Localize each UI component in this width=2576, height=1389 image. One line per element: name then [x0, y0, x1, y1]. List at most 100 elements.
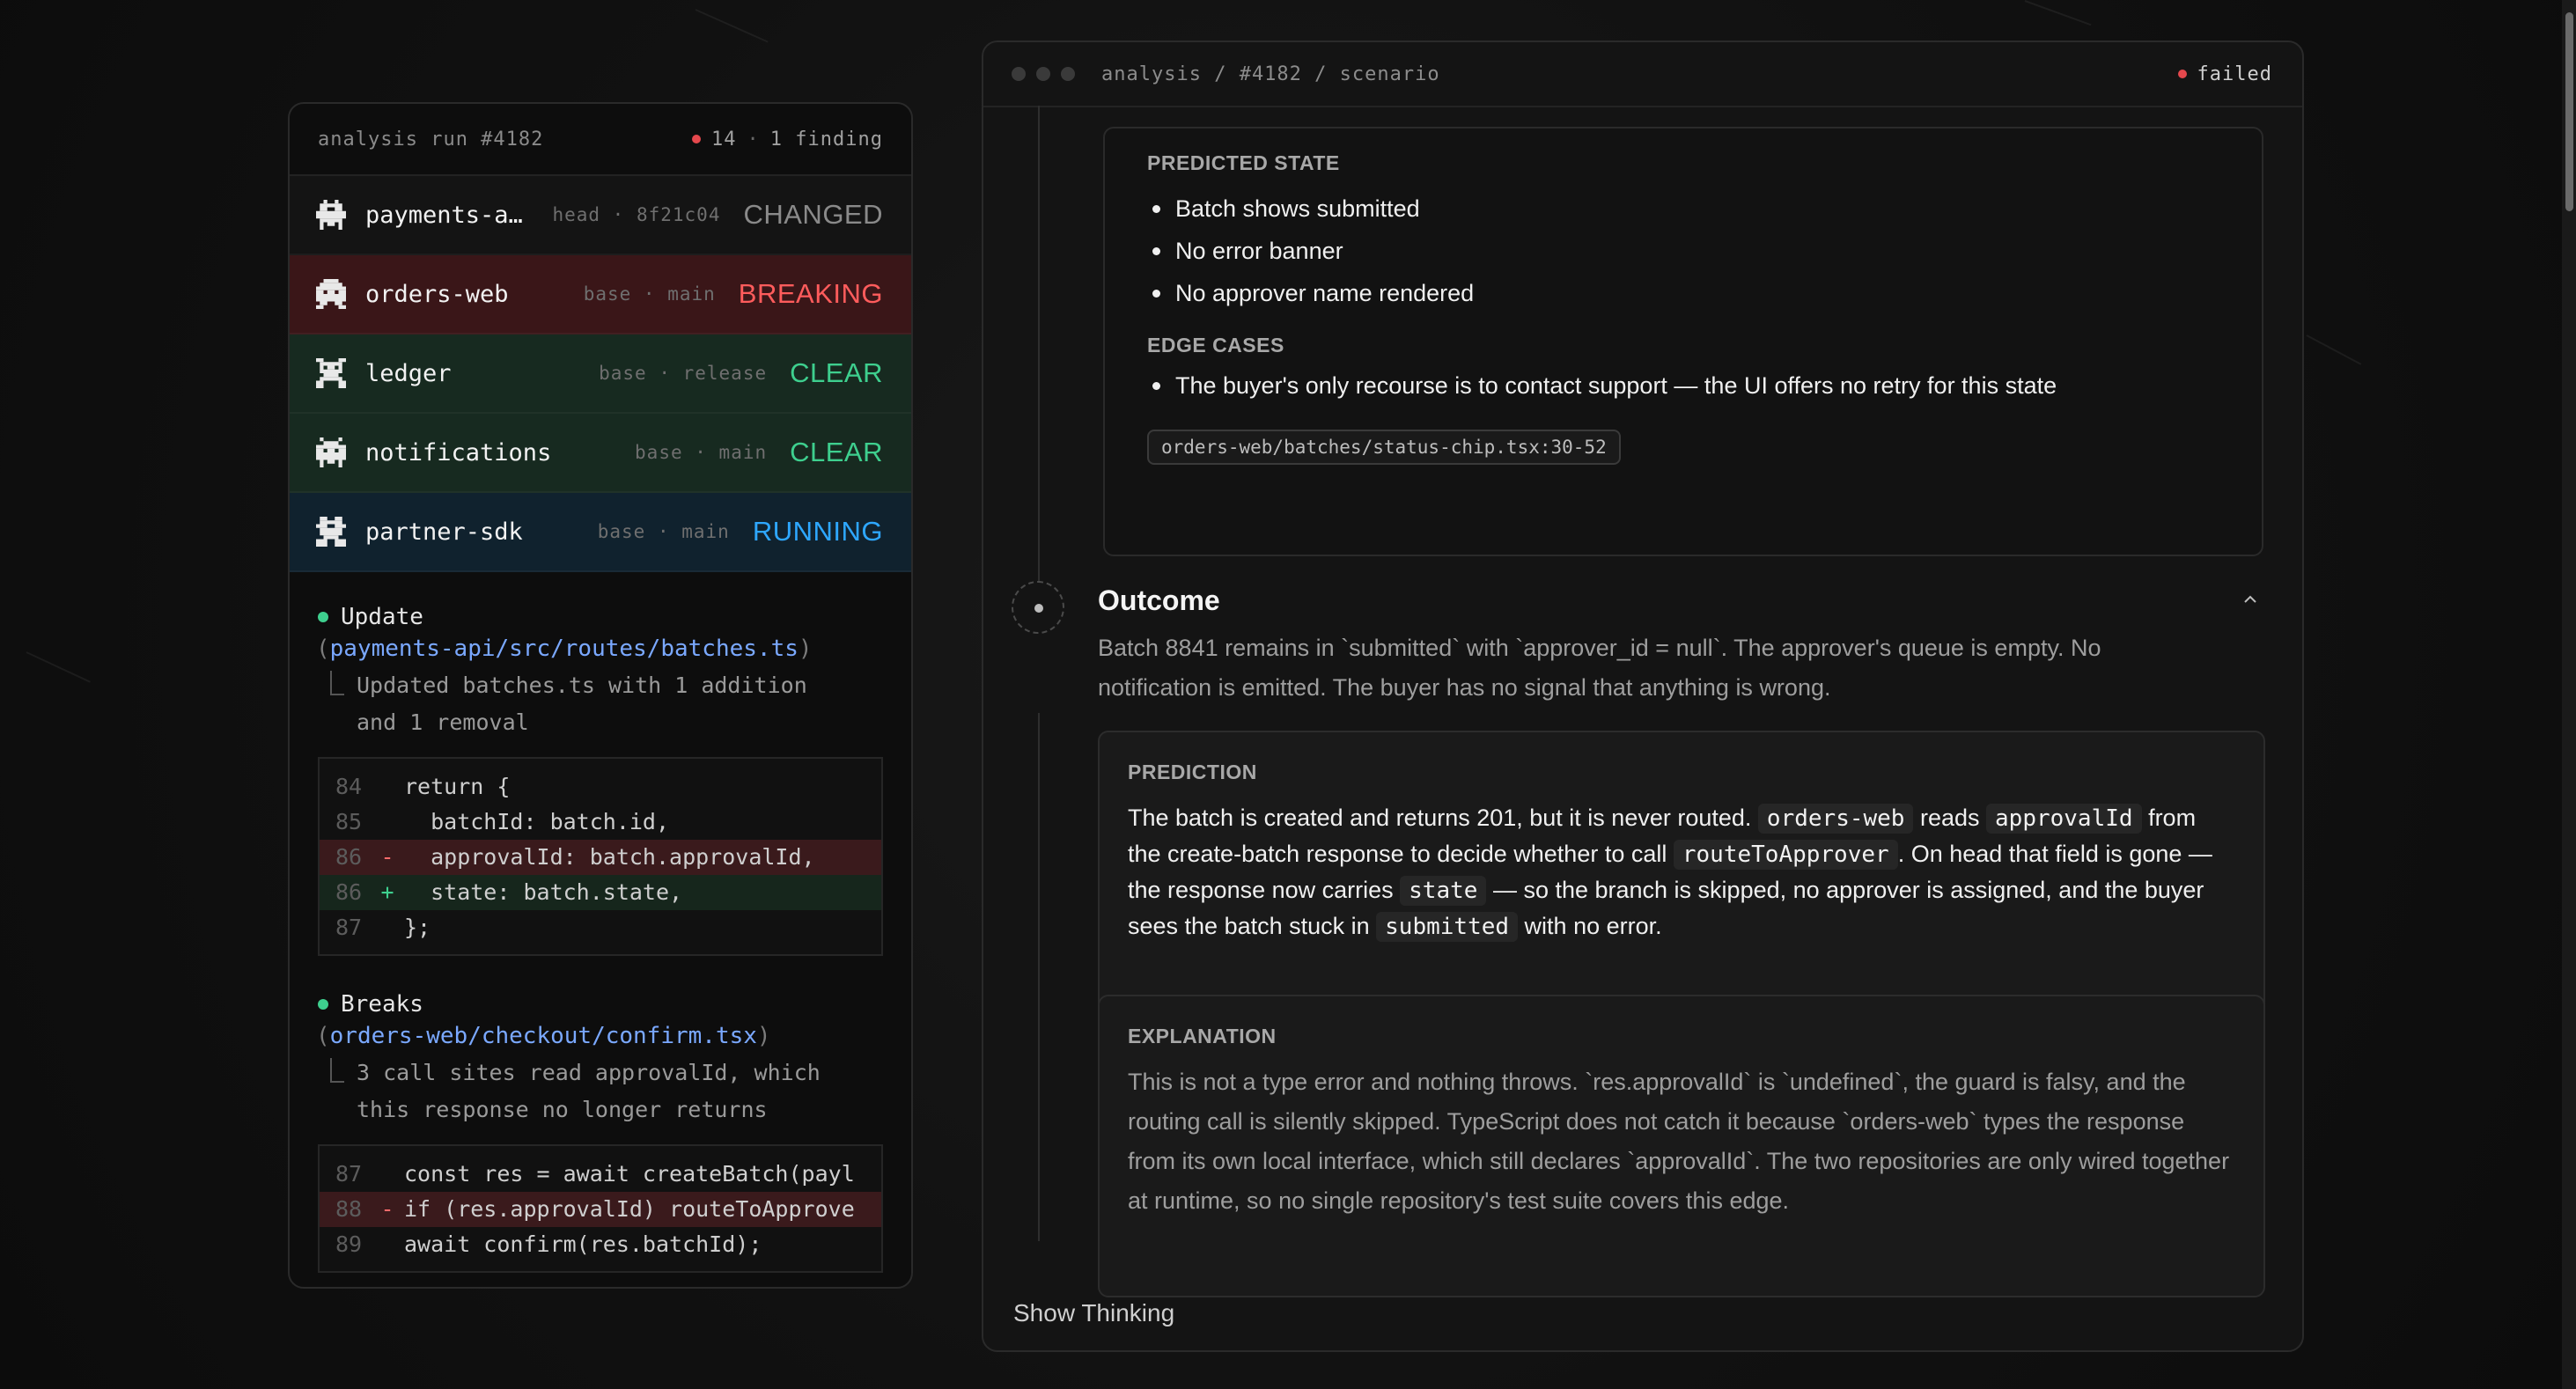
- section-label: Breaks: [341, 991, 423, 1018]
- repo-name: ledger: [365, 359, 452, 387]
- inline-code: submitted: [1376, 912, 1519, 942]
- scrollbar-thumb[interactable]: [2565, 12, 2573, 211]
- file-reference-chip[interactable]: orders-web/batches/status-chip.tsx:30-52: [1147, 430, 1621, 465]
- explanation-card: EXPLANATION This is not a type error and…: [1098, 995, 2265, 1297]
- prediction-text: The batch is created and returns 201, bu…: [1128, 804, 2212, 942]
- update-diff-block: 84 return {85 batchId: batch.id, 86- appro…: [318, 757, 883, 956]
- line-number: 84: [335, 774, 363, 799]
- breadcrumb: analysis / #4182 / scenario: [1101, 62, 1440, 85]
- section-label: Update: [341, 604, 423, 630]
- code-text: const res = await createBatch(payl: [404, 1161, 855, 1187]
- run-count: 14: [711, 128, 737, 151]
- status-dot-icon: [318, 999, 328, 1010]
- repo-status-badge: BREAKING: [738, 278, 883, 309]
- diff-marker: -: [380, 1196, 394, 1222]
- findings-body: Update (payments-api/src/routes/batches.…: [290, 572, 911, 1273]
- code-text: if (res.approvalId) routeToApprove: [404, 1196, 855, 1222]
- line-number: 85: [335, 809, 363, 834]
- run-header: analysis run #4182 14 · 1 finding: [290, 104, 911, 176]
- run-summary: 14 · 1 finding: [692, 129, 883, 151]
- window-dot-icon[interactable]: [1012, 67, 1026, 81]
- code-line: 88- if (res.approvalId) routeToApprove: [320, 1192, 881, 1227]
- explanation-label: EXPLANATION: [1128, 1025, 1277, 1047]
- timeline-line: [1038, 713, 1040, 1241]
- pixel-robot-icon: [316, 517, 346, 547]
- repo-status-badge: CHANGED: [743, 199, 883, 230]
- list-item: No error banner: [1147, 230, 2219, 272]
- inline-code: approvalId: [1986, 804, 2142, 834]
- line-number: 86: [335, 844, 363, 870]
- code-line: 85 batchId: batch.id,: [320, 805, 881, 840]
- repo-ref: base · main: [583, 283, 716, 305]
- analysis-run-panel: analysis run #4182 14 · 1 finding paymen…: [288, 102, 913, 1289]
- repo-ref: base · release: [599, 363, 768, 384]
- code-text: approvalId: batch.approvalId,: [404, 844, 815, 870]
- background-streak: [695, 9, 769, 43]
- repo-row-payments-api[interactable]: payments-a… head · 8f21c04 CHANGED: [290, 176, 911, 255]
- code-text: };: [404, 915, 431, 940]
- failed-dot-icon: [2177, 70, 2187, 78]
- code-line: 87 const res = await createBatch(payl: [320, 1157, 881, 1192]
- repo-status-badge: RUNNING: [752, 516, 883, 547]
- repo-ref: base · main: [635, 442, 768, 463]
- window-controls: [1012, 67, 1075, 81]
- line-number: 87: [335, 1161, 363, 1187]
- prediction-card: PREDICTION The batch is created and retu…: [1098, 731, 2265, 1014]
- code-text: await confirm(res.batchId);: [404, 1231, 762, 1257]
- repo-row-notifications[interactable]: notifications base · main CLEAR: [290, 414, 911, 493]
- repo-row-orders-web[interactable]: orders-web base · main BREAKING: [290, 255, 911, 334]
- separator-dot: ·: [747, 128, 760, 151]
- code-line: 84 return {: [320, 769, 881, 805]
- code-line: 87};: [320, 910, 881, 945]
- list-item: The buyer's only recourse is to contact …: [1147, 364, 2219, 407]
- outcome-title: Outcome: [1098, 584, 1220, 616]
- repo-ref: base · main: [597, 521, 730, 542]
- breaks-diff-block: 87 const res = await createBatch(payl 88- i…: [318, 1144, 883, 1273]
- line-number: 87: [335, 915, 363, 940]
- repo-status-badge: CLEAR: [790, 437, 883, 467]
- code-text: return {: [404, 774, 511, 799]
- predicted-state-card: PREDICTED STATE Batch shows submitted No…: [1103, 127, 2263, 556]
- run-findings: 1 finding: [769, 128, 883, 151]
- update-description: Updated batches.ts with 1 addition and 1…: [330, 667, 883, 741]
- timeline-node-icon: [1012, 581, 1064, 634]
- background-streak: [26, 651, 91, 683]
- inline-code: orders-web: [1757, 804, 1914, 834]
- update-file-link[interactable]: (payments-api/src/routes/batches.ts): [316, 636, 883, 662]
- window-dot-icon[interactable]: [1036, 67, 1050, 81]
- run-title: analysis run #4182: [318, 128, 544, 151]
- background-streak: [2024, 0, 2092, 26]
- predicted-state-label: PREDICTED STATE: [1147, 151, 1340, 174]
- repo-row-ledger[interactable]: ledger base · release CLEAR: [290, 334, 911, 414]
- code-text: batchId: batch.id,: [404, 809, 670, 834]
- list-item: Batch shows submitted: [1147, 187, 2219, 230]
- line-number: 86: [335, 879, 363, 905]
- diff-marker: [378, 769, 397, 805]
- timeline-line: [1038, 106, 1040, 599]
- background-streak: [2306, 334, 2362, 365]
- edge-cases-label: EDGE CASES: [1147, 334, 1284, 356]
- code-line: 89 await confirm(res.batchId);: [320, 1227, 881, 1262]
- diff-marker: +: [380, 879, 394, 905]
- pixel-invader-icon: [316, 200, 346, 230]
- predicted-state-list: Batch shows submitted No error banner No…: [1147, 187, 2219, 314]
- diff-marker: [378, 805, 397, 840]
- chevron-up-icon[interactable]: [2241, 590, 2260, 609]
- line-number: 89: [335, 1231, 363, 1257]
- prediction-label: PREDICTION: [1128, 761, 1257, 783]
- scenario-panel: analysis / #4182 / scenario failed PREDI…: [982, 40, 2304, 1352]
- show-thinking-button[interactable]: Show Thinking: [1013, 1299, 1174, 1327]
- repo-row-partner-sdk[interactable]: partner-sdk base · main RUNNING: [290, 493, 911, 572]
- breaks-file-link[interactable]: (orders-web/checkout/confirm.tsx): [316, 1023, 883, 1049]
- repo-name: partner-sdk: [365, 518, 523, 546]
- diff-marker: [378, 1157, 397, 1192]
- line-number: 88: [335, 1196, 363, 1222]
- status-badge: failed: [2177, 63, 2272, 85]
- window-dot-icon[interactable]: [1061, 67, 1075, 81]
- edge-cases-list: The buyer's only recourse is to contact …: [1147, 364, 2219, 407]
- diff-marker: [378, 1227, 397, 1262]
- pixel-crab-icon: [316, 437, 346, 467]
- outcome-text: Batch 8841 remains in `submitted` with `…: [1098, 635, 2101, 701]
- status-dot-icon: [318, 612, 328, 622]
- inline-code: state: [1400, 876, 1487, 906]
